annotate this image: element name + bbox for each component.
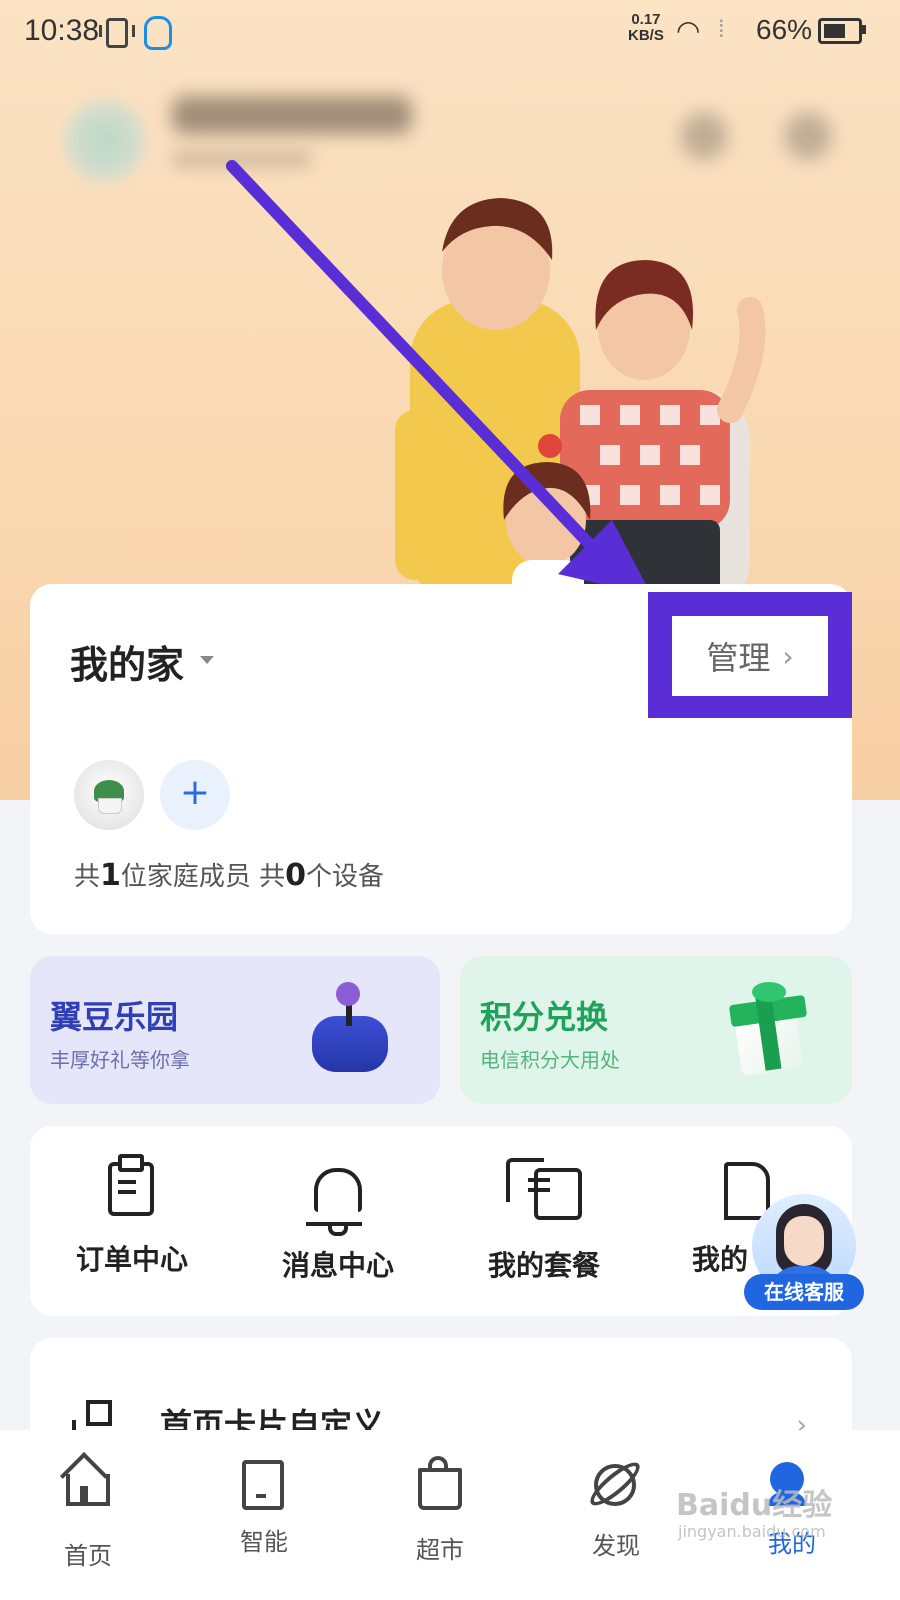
profile-avatar[interactable]: [64, 100, 146, 182]
manage-button[interactable]: 管理 ›: [672, 616, 828, 696]
tab-market[interactable]: 超市: [380, 1460, 500, 1565]
caret-down-icon[interactable]: [200, 656, 214, 664]
home-stats: 共1位家庭成员 共0个设备: [74, 856, 384, 893]
manage-highlight-box: 管理 ›: [648, 592, 852, 718]
menu-item-messages[interactable]: 消息中心: [248, 1162, 428, 1284]
chevron-right-icon: ›: [782, 639, 794, 673]
header-icon-blurred[interactable]: [680, 112, 728, 160]
clipboard-icon: [108, 1162, 154, 1216]
battery-percent: 66%: [756, 14, 813, 45]
member-avatar[interactable]: [74, 760, 144, 830]
settings-icon-blurred[interactable]: [784, 112, 832, 160]
wifi-icon: ◠: [676, 15, 701, 46]
bell-icon: [314, 1168, 362, 1212]
promo-card-yidou[interactable]: 翼豆乐园 丰厚好礼等你拿: [30, 956, 440, 1104]
menu-label: 订单中心: [75, 1243, 188, 1276]
shopping-bag-icon: [418, 1468, 462, 1510]
battery-fill: [824, 24, 845, 38]
device-count: 0: [285, 858, 307, 893]
pot-icon: [98, 798, 122, 814]
tab-label: 超市: [416, 1536, 464, 1564]
battery-icon: [818, 18, 862, 44]
network-speed-value: 0.17: [631, 11, 661, 28]
member-count: 1: [100, 858, 121, 893]
member-suffix: 位家庭成员 共: [120, 862, 286, 892]
tab-discover[interactable]: 发现: [556, 1460, 676, 1561]
stats-prefix: 共: [74, 862, 101, 892]
menu-item-plans[interactable]: 我的套餐: [454, 1162, 634, 1284]
status-time: 10:38: [24, 14, 100, 47]
watermark: Baidu经验: [676, 1488, 833, 1523]
service-menu-card: 订单中心 消息中心 我的套餐 我的: [30, 1126, 852, 1316]
network-speed-unit: KB/S: [628, 27, 664, 44]
battery-tip: [862, 25, 866, 34]
home-title[interactable]: 我的家: [70, 634, 184, 689]
planet-icon: [594, 1464, 636, 1506]
add-member-button[interactable]: +: [160, 760, 230, 830]
manage-label: 管理: [706, 639, 771, 677]
promo-title: 翼豆乐园: [50, 998, 179, 1036]
profile-name-blurred: [172, 96, 412, 134]
tab-smart[interactable]: 智能: [204, 1460, 324, 1557]
promo-card-points[interactable]: 积分兑换 电信积分大用处: [460, 956, 852, 1104]
promo-title: 积分兑换: [480, 998, 609, 1036]
tab-label: 首页: [64, 1542, 112, 1570]
home-icon: [66, 1474, 110, 1506]
family-illustration: [395, 198, 766, 610]
tablet-icon: [242, 1460, 284, 1510]
promo-subtitle: 电信积分大用处: [480, 1048, 620, 1072]
tab-home[interactable]: 首页: [28, 1460, 148, 1571]
joystick-ball: [336, 982, 360, 1006]
status-bar: 10:38 0.17 KB/S ◠ ⁞ 66%: [0, 0, 900, 64]
promo-subtitle: 丰厚好礼等你拿: [50, 1048, 190, 1072]
service-label: 在线客服: [744, 1274, 864, 1310]
menu-item-orders[interactable]: 订单中心: [42, 1162, 222, 1278]
watermark-sub: jingyan.baidu.com: [678, 1522, 826, 1541]
menu-label: 消息中心: [281, 1249, 394, 1282]
device-suffix: 个设备: [306, 862, 385, 892]
gift-bow: [752, 982, 786, 1002]
plan-icon: [534, 1168, 582, 1220]
menu-label: 我的套餐: [487, 1249, 600, 1282]
my-home-card: 我的家 管理 › + 共1位家庭成员 共0个设备: [30, 584, 852, 934]
qq-icon: [144, 16, 172, 50]
tab-label: 智能: [240, 1528, 288, 1556]
tab-label: 发现: [592, 1532, 640, 1560]
agent-face: [784, 1216, 824, 1266]
profile-sub-blurred: [172, 150, 312, 168]
signal-icon: ⁞: [718, 16, 725, 43]
network-speed: 0.17 KB/S: [628, 12, 664, 44]
online-service-button[interactable]: 在线客服: [744, 1194, 864, 1314]
vibrate-icon: [99, 18, 135, 48]
